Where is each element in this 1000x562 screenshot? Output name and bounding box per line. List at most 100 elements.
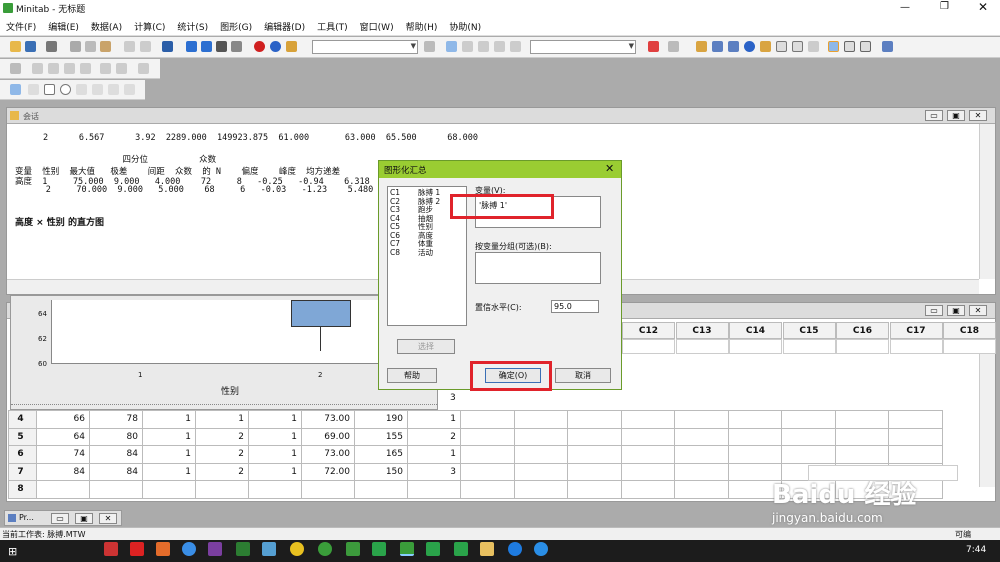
table-cell[interactable]: 1 — [142, 445, 196, 464]
move-cols-icon[interactable] — [80, 63, 91, 74]
table-cell[interactable]: 155 — [354, 427, 408, 446]
app-icon-1[interactable] — [104, 542, 118, 556]
graph-folder-icon[interactable] — [696, 41, 707, 52]
table-cell[interactable] — [888, 445, 943, 464]
table-cell[interactable]: 74 — [36, 445, 90, 464]
fx-icon[interactable] — [10, 63, 21, 74]
table-cell[interactable] — [513, 410, 568, 429]
by-variables-field[interactable] — [475, 252, 601, 284]
brush-icon[interactable] — [424, 41, 435, 52]
table-cell[interactable]: 1 — [248, 427, 302, 446]
table-cell[interactable] — [513, 445, 568, 464]
table-cell[interactable]: 64 — [36, 427, 90, 446]
find-icon[interactable] — [216, 41, 227, 52]
sigma-icon[interactable] — [286, 41, 297, 52]
column-header[interactable]: C17 — [889, 322, 943, 339]
app-icon-14[interactable] — [454, 542, 468, 556]
arrow-down-icon[interactable] — [201, 41, 212, 52]
doc-icon[interactable] — [776, 41, 787, 52]
project-window-icon[interactable] — [860, 41, 871, 52]
polygon-tool-icon[interactable] — [108, 84, 119, 95]
app-icon-9[interactable] — [318, 542, 332, 556]
annotate-select-icon[interactable] — [10, 84, 21, 95]
row-number[interactable]: 4 — [8, 410, 37, 429]
column-combo[interactable]: ▼ — [312, 40, 418, 54]
menu-item[interactable]: 数据(A) — [85, 17, 128, 33]
table-cell[interactable]: 3 — [407, 462, 461, 481]
session-window-icon[interactable] — [828, 41, 839, 52]
row-number[interactable]: 8 — [8, 480, 37, 499]
table-cell[interactable] — [781, 427, 836, 446]
table-cell[interactable] — [674, 427, 729, 446]
table-cell[interactable] — [834, 445, 889, 464]
table-cell[interactable] — [407, 480, 461, 499]
column-name-cell[interactable] — [889, 339, 943, 354]
table-cell[interactable] — [888, 410, 943, 429]
text-tool-icon[interactable] — [28, 84, 39, 95]
table-cell[interactable] — [301, 480, 355, 499]
graph-tile-icon[interactable] — [728, 41, 739, 52]
table-cell[interactable] — [567, 410, 622, 429]
cancel-icon[interactable] — [254, 41, 265, 52]
help-icon[interactable] — [270, 41, 281, 52]
graph-combo[interactable]: ▼ — [530, 40, 636, 54]
column-name-cell[interactable] — [675, 339, 729, 354]
column-name-cell[interactable] — [622, 339, 675, 354]
close-graphs-icon[interactable] — [882, 41, 893, 52]
table-cell[interactable]: 1 — [407, 445, 461, 464]
session-scrollbar[interactable] — [979, 124, 995, 279]
table-cell[interactable] — [620, 410, 675, 429]
dot-tool-icon[interactable] — [92, 84, 103, 95]
table-cell[interactable] — [620, 462, 675, 481]
table-cell[interactable] — [727, 427, 782, 446]
app-icon-4[interactable] — [182, 542, 196, 556]
table-cell[interactable]: 72.00 — [301, 462, 355, 481]
delete-icon[interactable] — [648, 41, 659, 52]
app-icon-3[interactable] — [156, 542, 170, 556]
table-cell[interactable]: 1 — [142, 462, 196, 481]
edge-icon[interactable] — [508, 542, 522, 556]
variable-list-item[interactable]: C7 体重 — [390, 240, 466, 248]
table-cell[interactable] — [36, 480, 90, 499]
menu-item[interactable]: 帮助(H) — [400, 17, 444, 33]
boxplot-box[interactable] — [291, 300, 351, 327]
arrow-up-icon[interactable] — [186, 41, 197, 52]
report-icon[interactable] — [760, 41, 771, 52]
table-cell[interactable] — [888, 427, 943, 446]
table-cell[interactable] — [781, 445, 836, 464]
column-header[interactable]: C18 — [943, 322, 996, 339]
table-cell[interactable]: 84 — [36, 462, 90, 481]
session-maximize-button[interactable]: ▣ — [947, 110, 965, 121]
insert-cols-icon[interactable] — [64, 63, 75, 74]
ime-toolbar[interactable] — [808, 465, 958, 481]
open-icon[interactable] — [10, 41, 21, 52]
dialog-close-button[interactable]: ✕ — [605, 162, 614, 175]
table-cell[interactable]: 2 — [195, 427, 249, 446]
pen-icon[interactable] — [462, 41, 473, 52]
cut-icon[interactable] — [70, 41, 81, 52]
data-window-icon[interactable] — [844, 41, 855, 52]
table-cell[interactable]: 1 — [248, 445, 302, 464]
save-icon[interactable] — [25, 41, 36, 52]
menu-item[interactable]: 编辑器(D) — [258, 17, 311, 33]
table-cell[interactable]: 2 — [195, 462, 249, 481]
table-cell[interactable]: 1 — [248, 462, 302, 481]
column-header[interactable]: C15 — [782, 322, 836, 339]
column-name-cell[interactable] — [729, 339, 782, 354]
find-next-icon[interactable] — [231, 41, 242, 52]
column-header[interactable]: C13 — [675, 322, 729, 339]
close-button[interactable]: ✕ — [978, 0, 988, 14]
onenote-icon[interactable] — [208, 542, 222, 556]
copy-icon[interactable] — [85, 41, 96, 52]
min-maximize-button[interactable]: ▣ — [75, 513, 93, 524]
worksheet-minimize-button[interactable]: ▭ — [925, 305, 943, 316]
table-cell[interactable]: 2 — [195, 445, 249, 464]
row-number[interactable]: 6 — [8, 445, 37, 464]
table-cell[interactable]: 190 — [354, 410, 408, 429]
table-cell[interactable] — [142, 480, 196, 499]
undo-icon[interactable] — [124, 41, 135, 52]
insert-cells-icon[interactable] — [32, 63, 43, 74]
table-cell[interactable] — [727, 445, 782, 464]
menu-item[interactable]: 文件(F) — [0, 17, 42, 33]
flag-icon[interactable] — [494, 41, 505, 52]
